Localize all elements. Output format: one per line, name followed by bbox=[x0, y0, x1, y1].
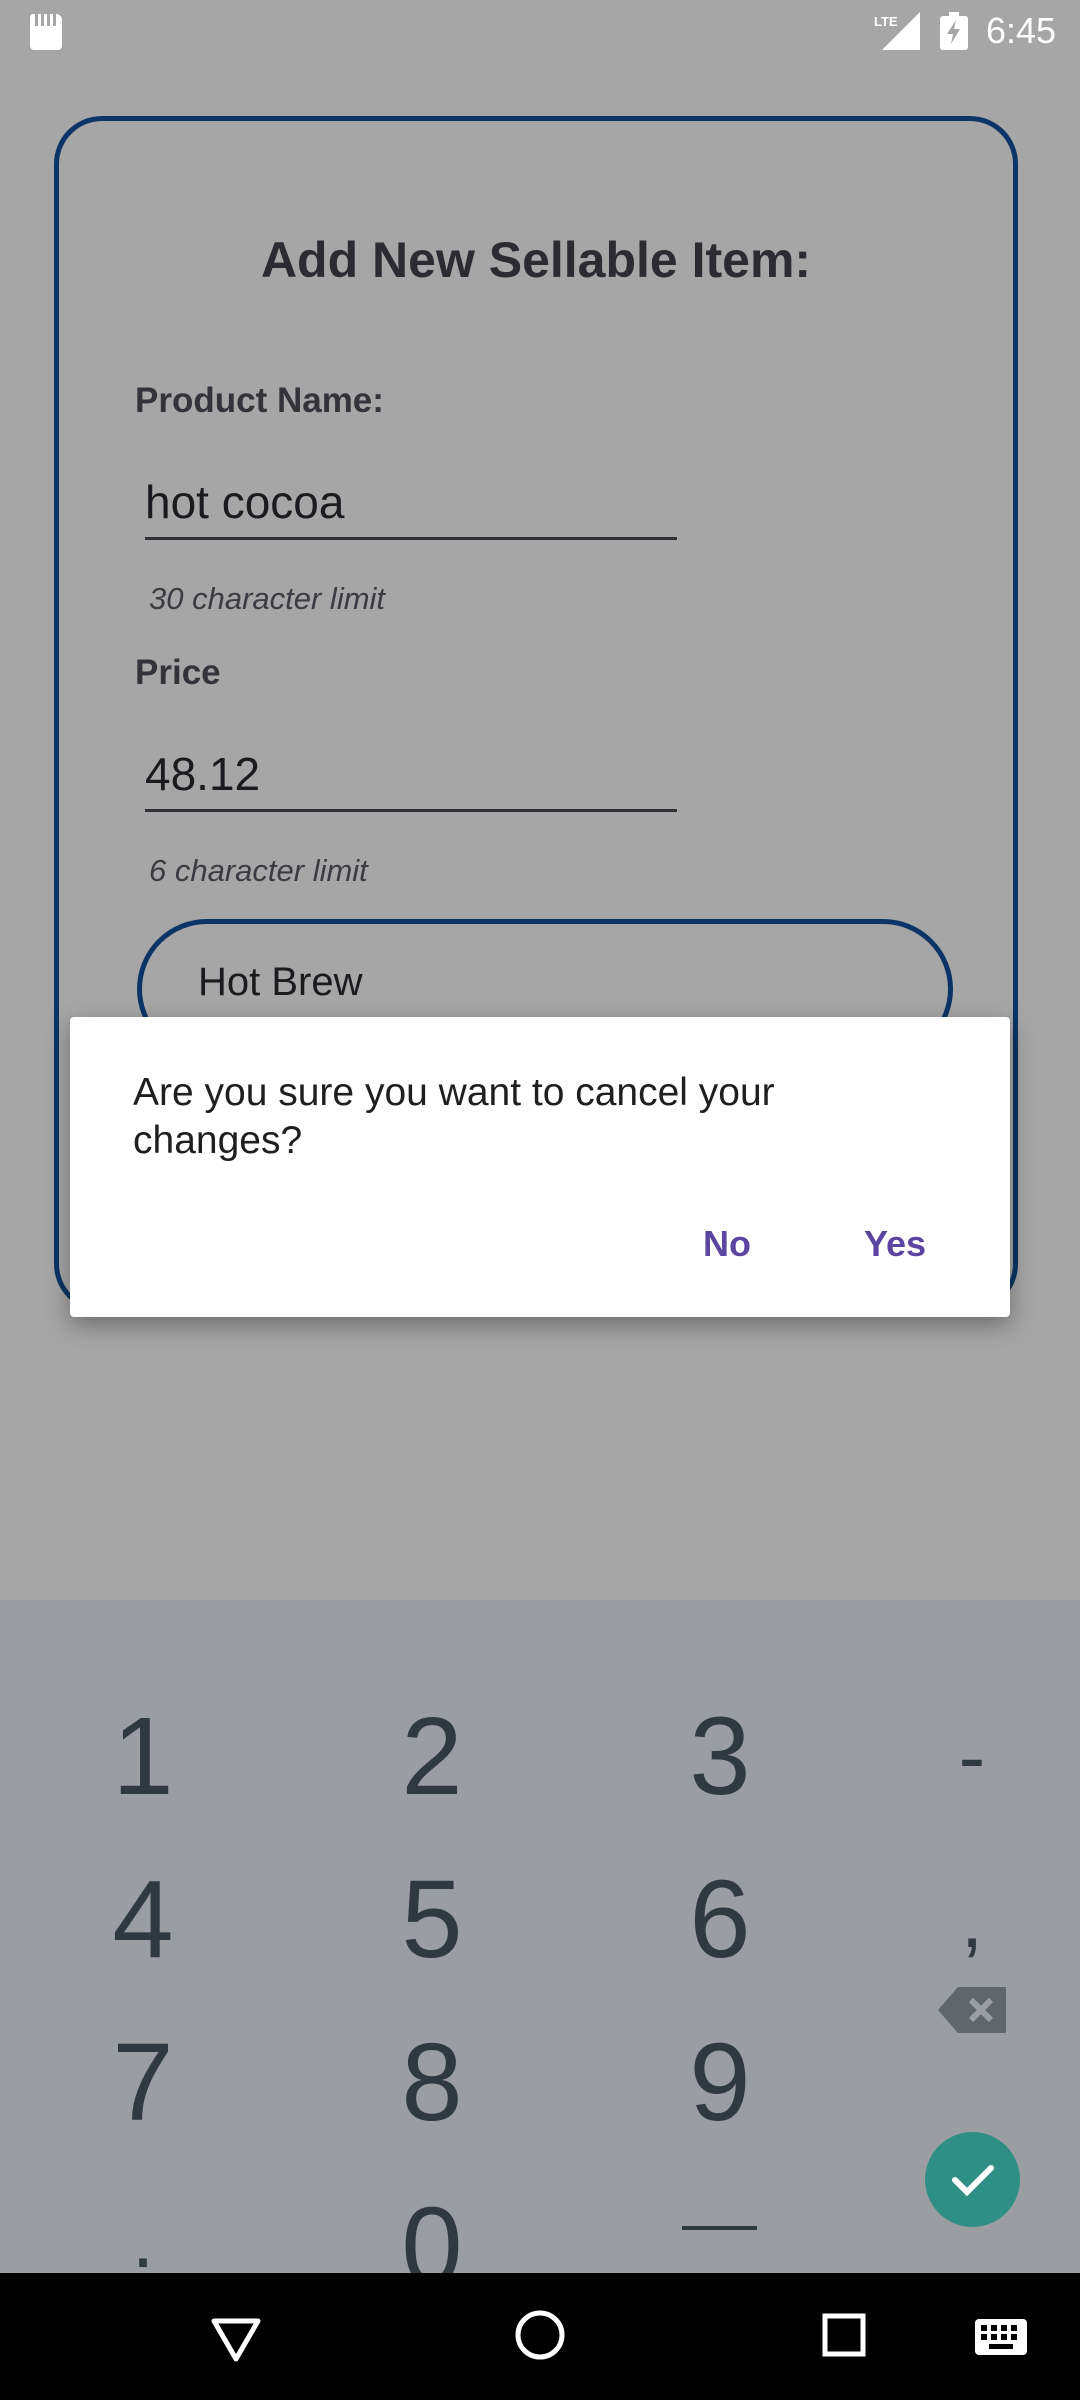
status-bar: LTE 6:45 bbox=[0, 0, 1080, 64]
keyboard-icon[interactable] bbox=[975, 2319, 1027, 2355]
cancel-confirm-dialog: Are you sure you want to cancel your cha… bbox=[70, 1017, 1010, 1317]
space-key[interactable] bbox=[682, 2226, 757, 2230]
home-icon[interactable] bbox=[514, 2309, 566, 2361]
battery-charging-icon bbox=[940, 12, 968, 50]
navigation-bar bbox=[0, 2273, 1080, 2400]
category-value: Hot Brew bbox=[198, 960, 363, 1004]
key-3[interactable]: 3 bbox=[645, 1687, 795, 1827]
key-8[interactable]: 8 bbox=[357, 2013, 507, 2153]
key-minus[interactable]: - bbox=[897, 1687, 1047, 1827]
product-name-hint: 30 character limit bbox=[149, 581, 386, 616]
key-4[interactable]: 4 bbox=[68, 1850, 218, 1990]
back-icon[interactable] bbox=[210, 2317, 262, 2363]
recents-icon[interactable] bbox=[822, 2313, 866, 2357]
key-comma[interactable]: , bbox=[897, 1850, 1047, 1990]
lte-signal-icon: LTE bbox=[874, 12, 920, 50]
done-button[interactable] bbox=[925, 2132, 1020, 2227]
no-button[interactable]: No bbox=[703, 1223, 751, 1265]
product-name-input[interactable]: hot cocoa bbox=[145, 467, 677, 540]
key-7[interactable]: 7 bbox=[68, 2013, 218, 2153]
price-label: Price bbox=[135, 653, 221, 692]
clock: 6:45 bbox=[986, 10, 1057, 51]
sd-card-icon bbox=[30, 14, 62, 50]
svg-text:LTE: LTE bbox=[874, 14, 898, 29]
form-title: Add New Sellable Item: bbox=[260, 232, 812, 288]
check-icon bbox=[951, 2164, 994, 2196]
key-5[interactable]: 5 bbox=[357, 1850, 507, 1990]
price-hint: 6 character limit bbox=[149, 853, 368, 888]
key-2[interactable]: 2 bbox=[357, 1687, 507, 1827]
yes-button[interactable]: Yes bbox=[864, 1223, 926, 1265]
backspace-icon[interactable] bbox=[938, 1987, 1006, 2033]
key-1[interactable]: 1 bbox=[68, 1687, 218, 1827]
key-6[interactable]: 6 bbox=[645, 1850, 795, 1990]
key-9[interactable]: 9 bbox=[645, 2013, 795, 2153]
price-input[interactable]: 48.12 bbox=[145, 739, 677, 812]
numeric-keypad: 1 2 3 - 4 5 6 , 7 8 9 . 0 bbox=[0, 1600, 1080, 2308]
dialog-message: Are you sure you want to cancel your cha… bbox=[133, 1071, 775, 1162]
product-name-label: Product Name: bbox=[135, 381, 384, 420]
